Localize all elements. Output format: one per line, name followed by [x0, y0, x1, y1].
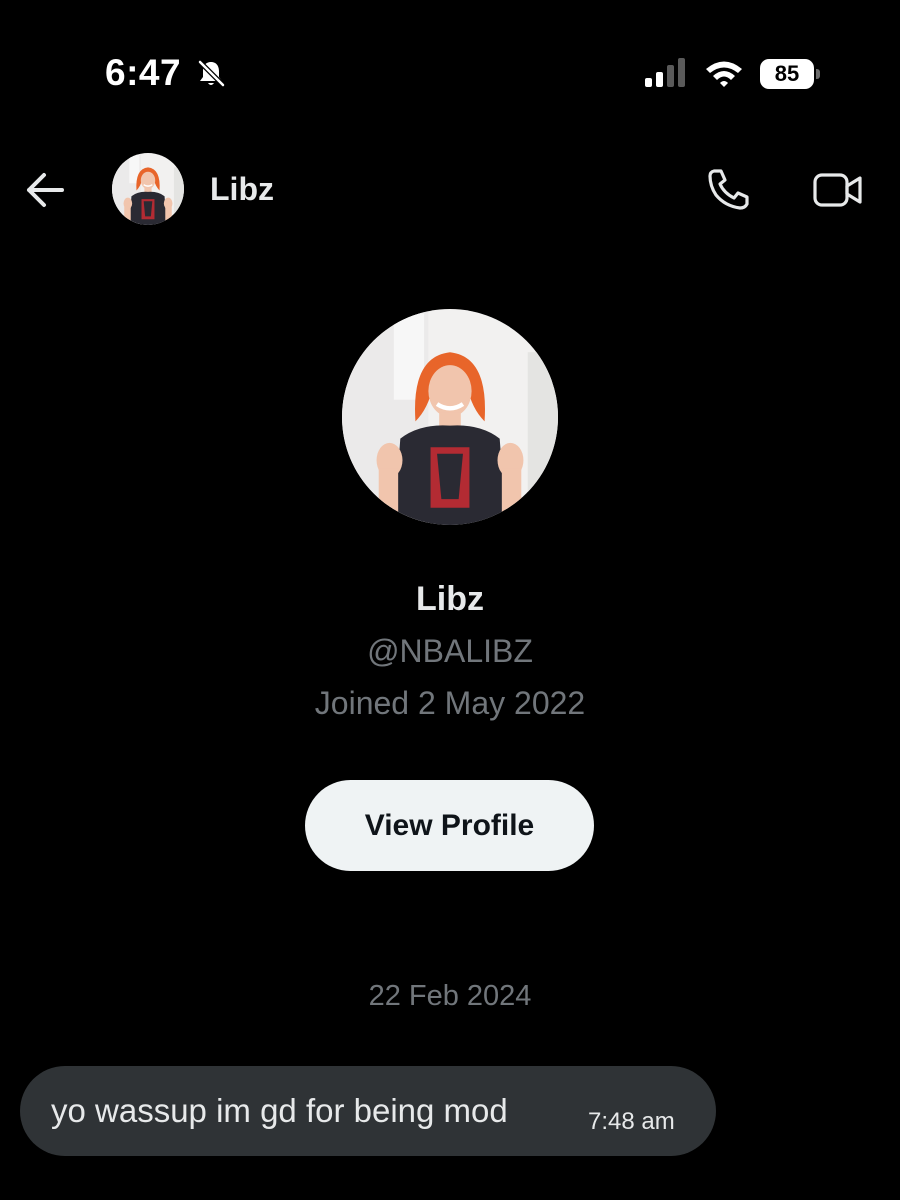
view-profile-button[interactable]: View Profile [305, 780, 594, 871]
video-camera-icon[interactable] [812, 170, 864, 210]
conversation-header: Libz [0, 150, 900, 230]
profile-avatar-image [342, 309, 558, 525]
phone-icon[interactable] [706, 166, 752, 212]
profile-name: Libz [416, 580, 484, 618]
status-bar: 6:47 85 [0, 0, 900, 150]
message-bubble[interactable]: yo wassup im gd for being mod 7:48 am [20, 1066, 716, 1156]
profile-handle: @NBALIBZ [367, 633, 533, 669]
message-text: yo wassup im gd for being mod [51, 1092, 508, 1129]
wifi-icon [706, 61, 742, 87]
message-timestamp: 7:48 am [588, 1108, 675, 1135]
header-contact-name[interactable]: Libz [210, 171, 274, 208]
cellular-signal-icon [645, 58, 685, 87]
bell-slash-icon [198, 60, 225, 87]
arrow-left-icon[interactable] [24, 170, 66, 210]
battery-level: 85 [760, 59, 814, 89]
date-separator: 22 Feb 2024 [368, 980, 532, 1012]
battery-tip [816, 69, 820, 79]
avatar-image [112, 153, 184, 225]
avatar[interactable] [112, 153, 184, 225]
profile-avatar[interactable] [342, 309, 558, 525]
battery-icon: 85 [760, 59, 822, 89]
status-time: 6:47 [105, 52, 182, 93]
profile-joined-date: Joined 2 May 2022 [314, 685, 586, 721]
